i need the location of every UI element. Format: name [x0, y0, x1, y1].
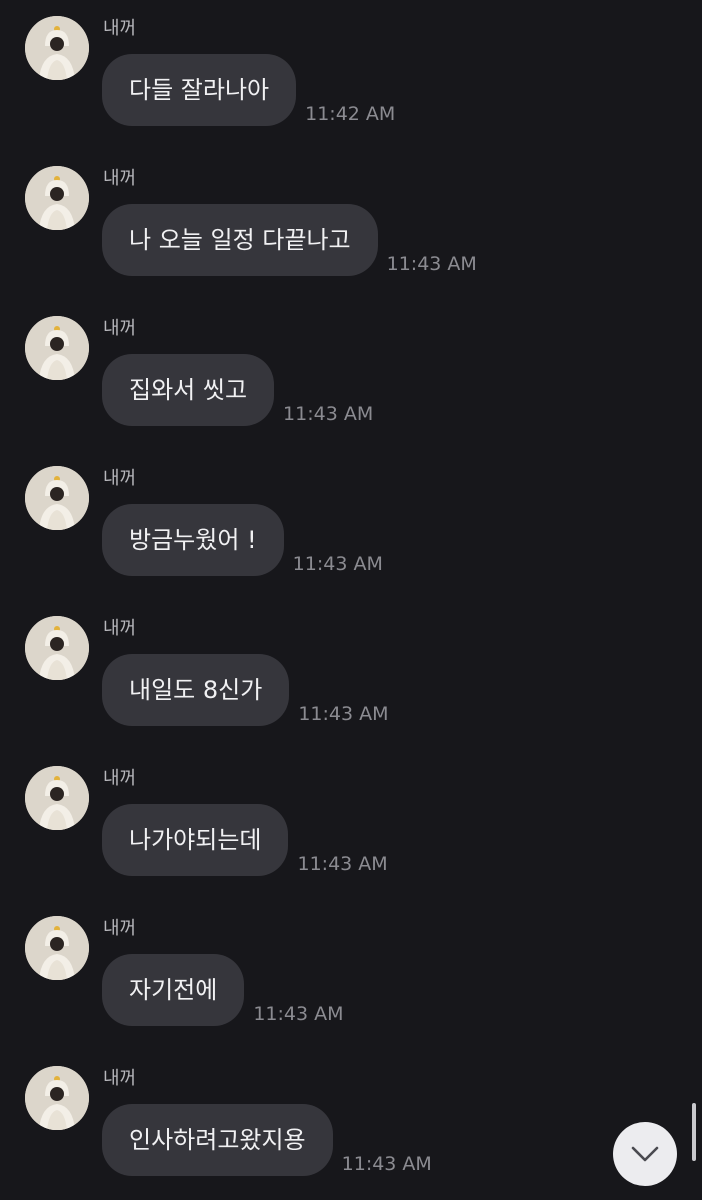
avatar-photo-icon [25, 16, 89, 80]
chat-message-list[interactable]: 내꺼 다들 잘라나아 11:42 AM 내꺼 나 오늘 일정 다끝나고 11:4… [0, 0, 702, 1199]
avatar-photo-icon [25, 316, 89, 380]
avatar[interactable] [25, 616, 89, 680]
message-bubble[interactable]: 인사하려고왔지용 [102, 1104, 333, 1176]
message-time: 11:43 AM [341, 1153, 432, 1175]
sender-name: 내꺼 [103, 768, 137, 789]
message-bubble[interactable]: 집와서 씻고 [102, 354, 275, 426]
message-time: 11:42 AM [305, 103, 396, 125]
message-bubble[interactable]: 자기전에 [102, 954, 245, 1026]
message-item: 내꺼 나가야되는데 11:43 AM [0, 750, 680, 900]
message-item: 내꺼 방금누웠어 ! 11:43 AM [0, 450, 680, 600]
avatar-photo-icon [25, 166, 89, 230]
message-bubble[interactable]: 나 오늘 일정 다끝나고 [102, 204, 378, 276]
sender-name: 내꺼 [103, 18, 137, 39]
avatar[interactable] [25, 766, 89, 830]
avatar[interactable] [25, 166, 89, 230]
message-time: 11:43 AM [292, 553, 383, 575]
message-time: 11:43 AM [253, 1003, 344, 1025]
avatar[interactable] [25, 1066, 89, 1130]
message-time: 11:43 AM [297, 853, 388, 875]
message-item: 내꺼 다들 잘라나아 11:42 AM [0, 0, 680, 150]
message-item: 내꺼 내일도 8신가 11:43 AM [0, 600, 680, 750]
avatar[interactable] [25, 316, 89, 380]
message-time: 11:43 AM [283, 403, 374, 425]
avatar-photo-icon [25, 1066, 89, 1130]
sender-name: 내꺼 [103, 468, 137, 489]
message-time: 11:43 AM [386, 253, 477, 275]
sender-name: 내꺼 [103, 318, 137, 339]
sender-name: 내꺼 [103, 1068, 137, 1089]
sender-name: 내꺼 [103, 618, 137, 639]
avatar-photo-icon [25, 916, 89, 980]
message-bubble[interactable]: 내일도 8신가 [102, 654, 290, 726]
avatar[interactable] [25, 466, 89, 530]
message-time: 11:43 AM [298, 703, 389, 725]
message-bubble[interactable]: 다들 잘라나아 [102, 54, 297, 126]
message-bubble[interactable]: 방금누웠어 ! [102, 504, 284, 576]
avatar-photo-icon [25, 466, 89, 530]
avatar[interactable] [25, 916, 89, 980]
message-bubble[interactable]: 나가야되는데 [102, 804, 289, 876]
message-item: 내꺼 집와서 씻고 11:43 AM [0, 300, 680, 450]
chevron-down-icon [631, 1146, 659, 1162]
scroll-down-button[interactable] [613, 1122, 677, 1186]
avatar-photo-icon [25, 616, 89, 680]
message-item: 내꺼 자기전에 11:43 AM [0, 900, 680, 1050]
scrollbar[interactable] [692, 1103, 696, 1161]
sender-name: 내꺼 [103, 168, 137, 189]
avatar[interactable] [25, 16, 89, 80]
message-item: 내꺼 인사하려고왔지용 11:43 AM [0, 1050, 680, 1200]
avatar-photo-icon [25, 766, 89, 830]
message-item: 내꺼 나 오늘 일정 다끝나고 11:43 AM [0, 150, 680, 300]
sender-name: 내꺼 [103, 918, 137, 939]
